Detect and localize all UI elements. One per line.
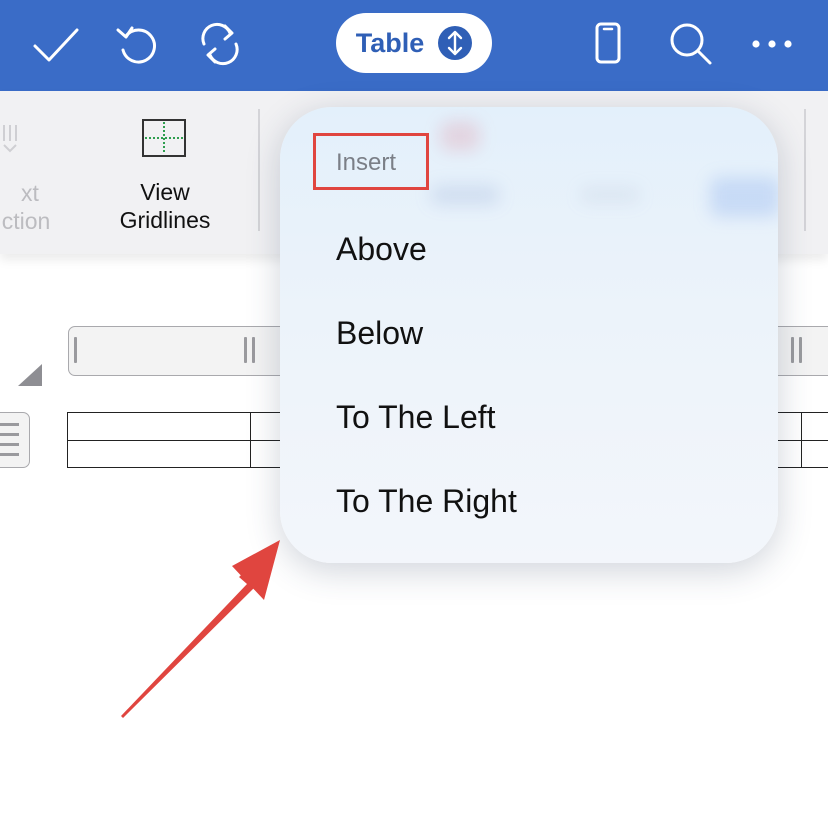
view-gridlines-label-1: View [140,179,190,205]
ribbon-divider [804,109,806,231]
text-selection-button[interactable]: xt ction [0,179,80,235]
view-gridlines-label-2: Gridlines [119,207,211,233]
search-icon[interactable] [666,20,714,68]
column-marker[interactable] [252,337,255,363]
text-selection-label-2: ction [1,208,51,234]
column-marker[interactable] [791,337,794,363]
insert-right-item[interactable]: To The Right [336,483,517,520]
insert-left-item[interactable]: To The Left [336,399,496,436]
more-icon[interactable] [748,20,796,68]
column-marker[interactable] [74,337,77,363]
column-marker[interactable] [244,337,247,363]
undo-icon[interactable] [114,20,162,68]
top-toolbar: Table [0,0,828,91]
blurred-background [580,187,640,203]
table-cell[interactable] [67,439,251,468]
row-handle[interactable] [0,412,30,468]
mode-label: Table [355,27,425,58]
gridlines-icon[interactable] [141,118,187,158]
blurred-background [430,185,500,205]
table-cell[interactable] [801,439,828,468]
done-check-icon[interactable] [32,20,80,68]
blurred-background [440,121,480,151]
blurred-background [710,177,778,217]
text-selection-label-1: xt [21,180,39,206]
column-marker[interactable] [799,337,802,363]
sync-icon[interactable] [196,20,244,68]
table-cell[interactable] [801,412,828,441]
phone-view-icon[interactable] [584,20,632,68]
table-cell[interactable] [67,412,251,441]
up-down-arrows-icon [438,26,473,60]
insert-below-item[interactable]: Below [336,315,423,352]
insert-above-item[interactable]: Above [336,231,427,268]
annotation-highlight-box [313,133,429,190]
ribbon-divider [258,109,260,231]
mode-selector[interactable]: Table [336,13,492,73]
view-gridlines-button[interactable]: View Gridlines [95,178,235,234]
text-selection-icon [0,121,30,161]
table-select-corner-icon[interactable] [18,364,42,386]
